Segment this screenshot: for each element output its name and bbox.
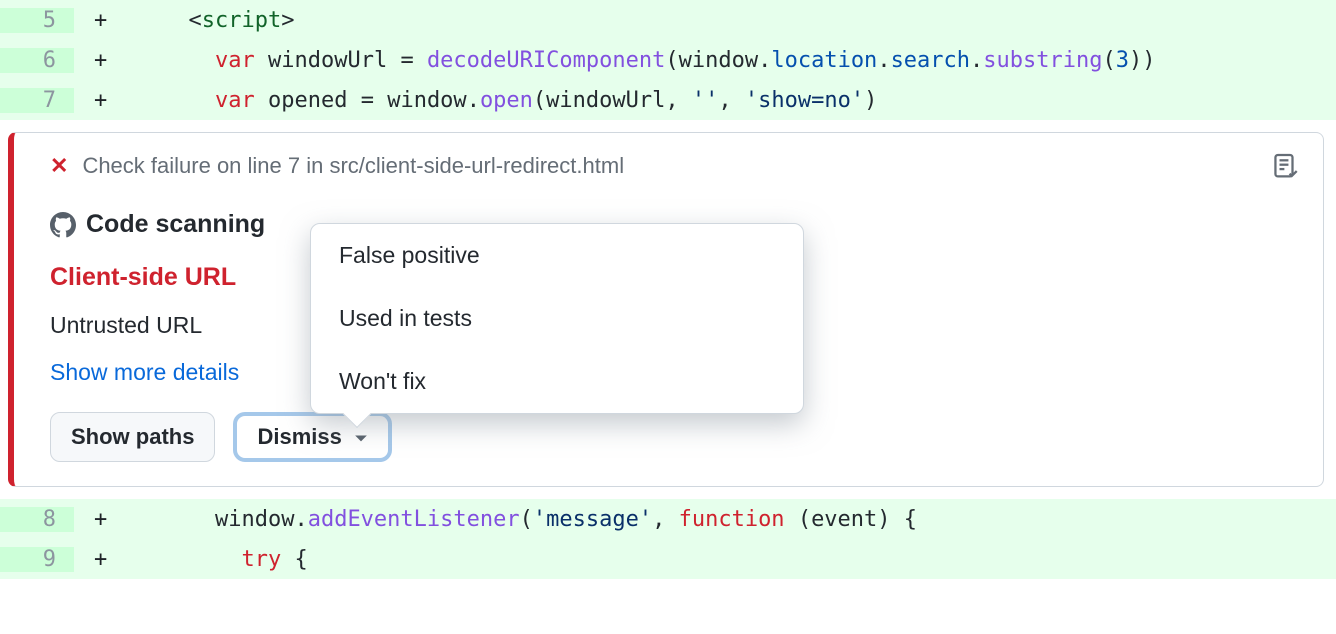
code-content: try { — [162, 547, 308, 572]
code-line: 5+ <script> — [0, 0, 1336, 40]
code-line: 9+ try { — [0, 539, 1336, 579]
line-number: 6 — [0, 48, 74, 73]
section-title: Code scanning — [86, 210, 265, 239]
line-number: 7 — [0, 88, 74, 113]
diff-addition-marker: + — [74, 48, 162, 73]
code-content: var opened = window.open(windowUrl, '', … — [162, 88, 877, 113]
diff-addition-marker: + — [74, 507, 162, 532]
show-paths-label: Show paths — [71, 424, 194, 450]
dismiss-option[interactable]: False positive — [311, 224, 803, 287]
dismiss-popover: False positiveUsed in testsWon't fix — [310, 223, 804, 414]
code-line: 7+ var opened = window.open(windowUrl, '… — [0, 80, 1336, 120]
code-scanning-alert: ✕ Check failure on line 7 in src/client-… — [8, 132, 1324, 487]
show-paths-button[interactable]: Show paths — [50, 412, 215, 462]
github-icon — [50, 212, 76, 238]
code-line: 6+ var windowUrl = decodeURIComponent(wi… — [0, 40, 1336, 80]
line-number: 8 — [0, 507, 74, 532]
diff-addition-marker: + — [74, 547, 162, 572]
check-failure-text: Check failure on line 7 in src/client-si… — [82, 153, 624, 179]
dismiss-label: Dismiss — [257, 424, 341, 450]
dismiss-option[interactable]: Won't fix — [311, 350, 803, 413]
show-more-details-link[interactable]: Show more details — [50, 359, 239, 386]
line-number: 5 — [0, 8, 74, 33]
close-icon[interactable]: ✕ — [50, 155, 68, 177]
dismiss-option[interactable]: Used in tests — [311, 287, 803, 350]
code-content: window.addEventListener('message', funct… — [162, 507, 917, 532]
code-content: var windowUrl = decodeURIComponent(windo… — [162, 48, 1156, 73]
dismiss-button[interactable]: Dismiss — [233, 412, 391, 462]
code-line: 8+ window.addEventListener('message', fu… — [0, 499, 1336, 539]
line-number: 9 — [0, 547, 74, 572]
code-content: <script> — [162, 8, 294, 33]
diff-addition-marker: + — [74, 8, 162, 33]
diff-addition-marker: + — [74, 88, 162, 113]
checklist-icon[interactable] — [1273, 153, 1299, 184]
